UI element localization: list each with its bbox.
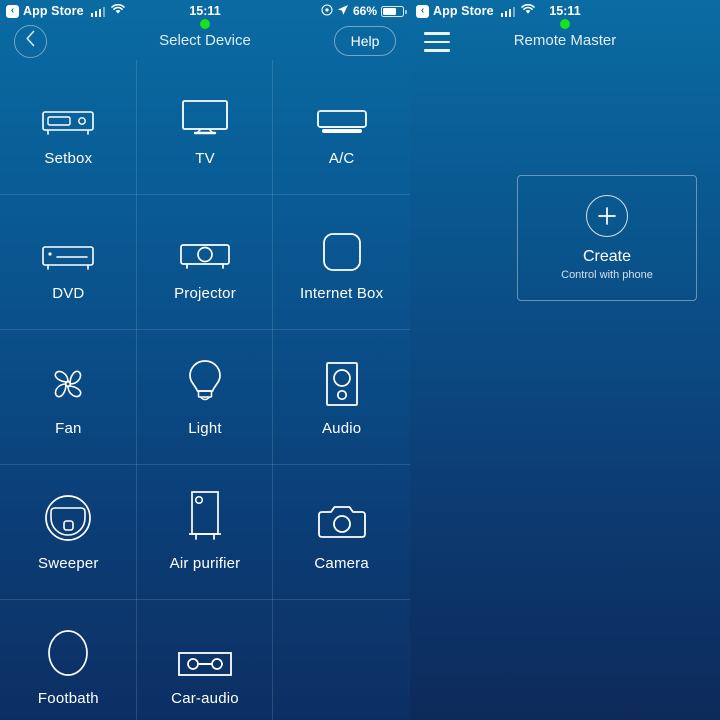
device-tile-camera[interactable]: Camera [273,465,410,600]
battery-percent-label: 66% [352,4,377,18]
dvd-player-icon [41,224,95,272]
nav-bar-left: Select Device Help [0,19,410,60]
alarm-clock-icon [321,3,333,19]
status-bar-left-group: ‹ App Store [6,3,125,18]
page-title: Select Device [159,32,251,49]
chevron-left-icon [25,30,36,52]
air-purifier-icon [187,491,223,542]
create-remote-card[interactable]: Create Control with phone [517,175,697,301]
device-label: Projector [174,285,236,302]
audio-speaker-icon [325,359,359,407]
car-audio-icon [177,629,233,677]
device-tile-car-audio[interactable]: Car-audio [137,600,274,720]
device-tile-audio[interactable]: Audio [273,330,410,465]
device-label: TV [195,150,215,167]
internet-box-icon [322,224,362,272]
status-bar-right-group: 66% [321,3,407,19]
footbath-icon [47,629,89,677]
robot-sweeper-icon [44,494,92,542]
device-label: Sweeper [38,555,99,572]
help-button[interactable]: Help [334,26,396,56]
air-conditioner-icon [316,89,368,137]
device-tile-ac[interactable]: A/C [273,60,410,195]
create-card-subtitle: Control with phone [561,269,653,281]
device-tile-footbath[interactable]: Footbath [0,600,137,720]
device-grid: Setbox TV A/C DVD Projector Internet Box… [0,60,410,720]
battery-icon [381,5,407,17]
back-button[interactable] [14,24,47,58]
dual-screen-container: ‹ App Store 15:11 66% Select Device Help… [0,0,720,720]
device-tile-projector[interactable]: Projector [137,195,274,330]
cellular-signal-icon [500,6,516,17]
app-store-back-label[interactable]: App Store [433,4,494,18]
device-label: Camera [314,555,369,572]
status-bar-left: ‹ App Store 15:11 66% [0,0,410,22]
device-tile-sweeper[interactable]: Sweeper [0,465,137,600]
device-tile-tv[interactable]: TV [137,60,274,195]
app-store-back-label[interactable]: App Store [23,4,84,18]
device-label: A/C [328,150,355,167]
tv-icon [181,89,229,137]
nav-title-group-right: Remote Master [410,19,720,49]
wifi-icon [521,3,535,18]
device-tile-empty [273,600,410,720]
plus-icon [586,195,628,237]
app-store-back-chip[interactable]: ‹ [416,4,429,18]
device-label: Internet Box [300,285,384,302]
device-tile-fan[interactable]: Fan [0,330,137,465]
nav-bar-right: Remote Master [410,19,720,60]
page-title: Remote Master [513,32,617,49]
device-label: Air purifier [169,555,241,572]
status-bar-left-group: ‹ App Store [416,3,535,18]
create-card-title: Create [582,248,632,265]
device-label: Footbath [37,690,99,707]
device-label: Light [188,420,222,437]
device-label: Car-audio [171,690,239,707]
projector-icon [179,224,231,272]
camera-icon [317,494,367,542]
light-bulb-icon [186,359,224,407]
device-label: DVD [52,285,85,302]
device-tile-internet-box[interactable]: Internet Box [273,195,410,330]
fan-icon [45,359,91,407]
device-label: Setbox [44,150,93,167]
device-tile-light[interactable]: Light [137,330,274,465]
app-store-back-chip[interactable]: ‹ [6,4,19,18]
remote-master-screen: ‹ App Store 15:11 Remote Master Create C… [410,0,720,720]
device-tile-air-purifier[interactable]: Air purifier [137,465,274,600]
device-tile-dvd[interactable]: DVD [0,195,137,330]
hamburger-menu-icon[interactable] [424,32,450,52]
wifi-icon [111,3,125,18]
cellular-signal-icon [90,6,106,17]
location-arrow-icon [337,4,349,19]
device-tile-setbox[interactable]: Setbox [0,60,137,195]
setbox-icon [41,89,95,137]
select-device-screen: ‹ App Store 15:11 66% Select Device Help… [0,0,410,720]
device-label: Audio [321,420,362,437]
status-bar-right: ‹ App Store 15:11 [410,0,720,22]
device-label: Fan [55,420,82,437]
